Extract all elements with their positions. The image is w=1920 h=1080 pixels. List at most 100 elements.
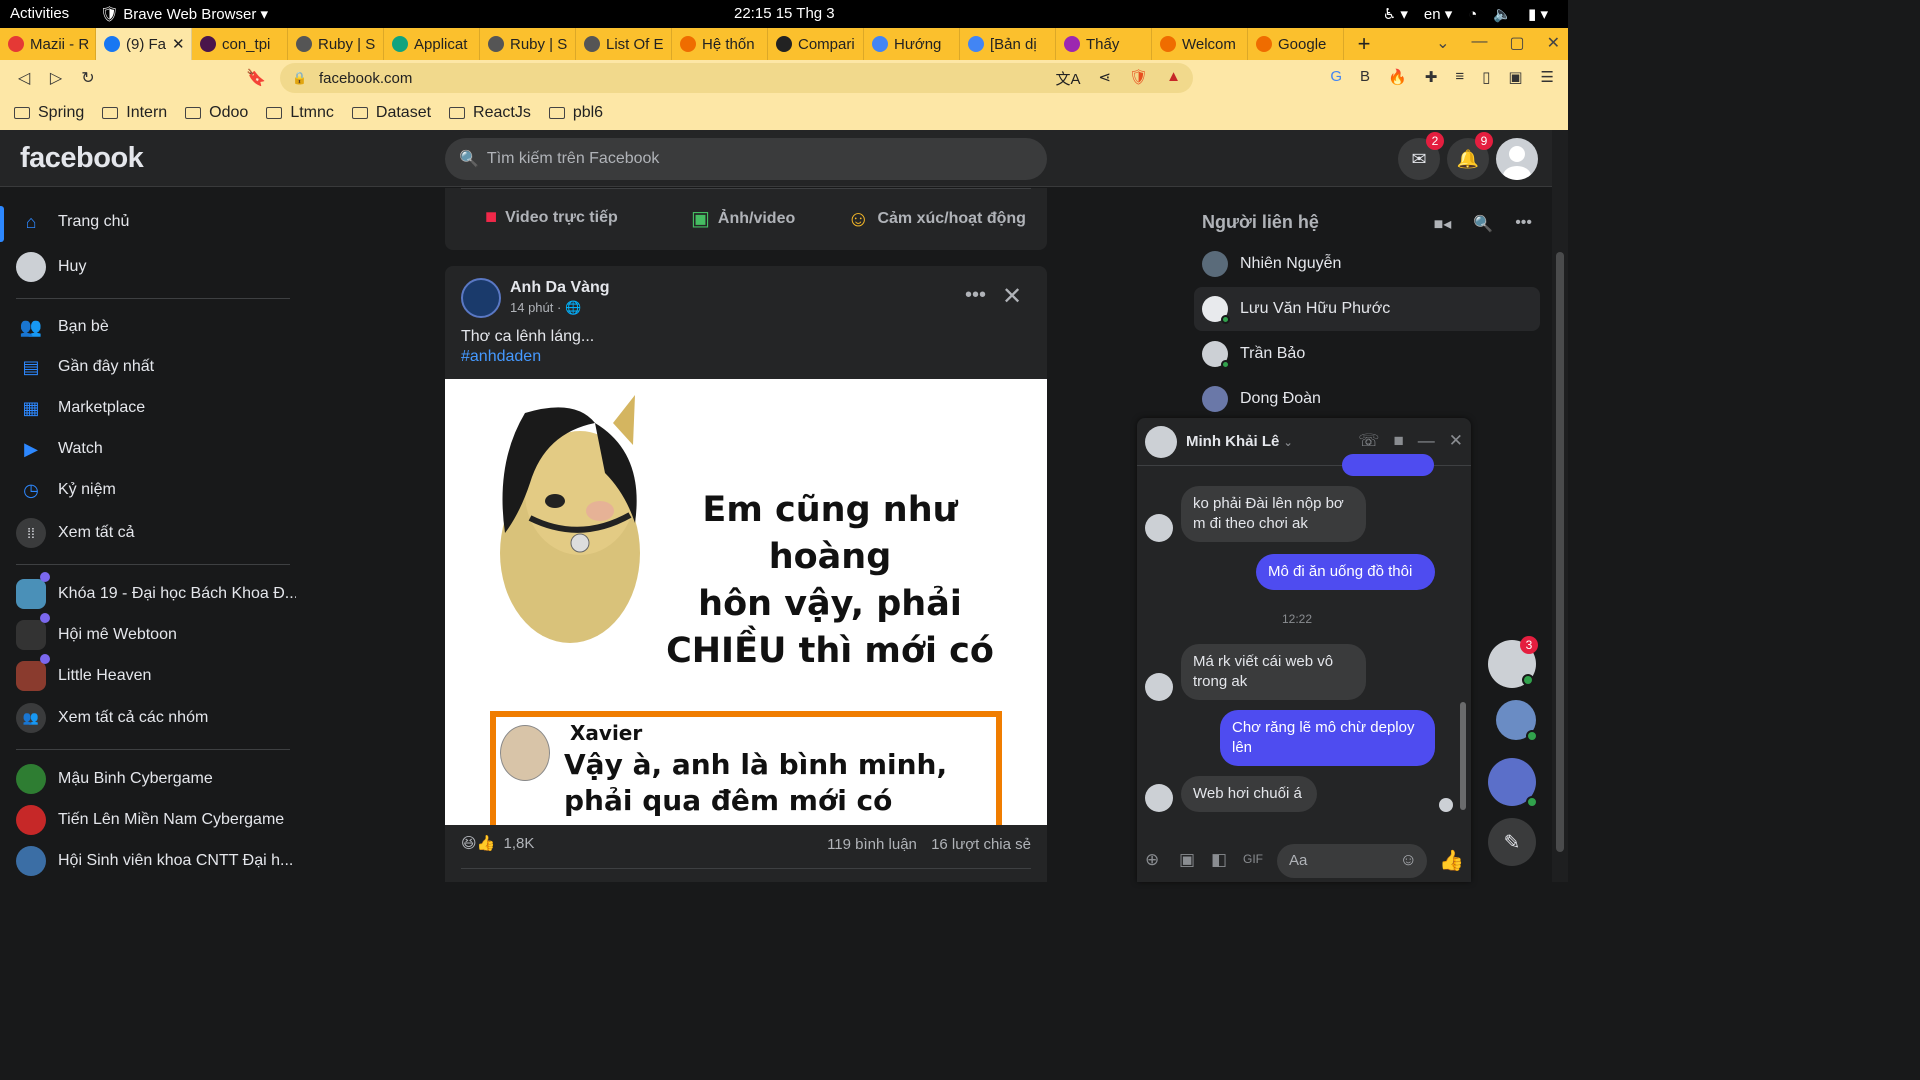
chat-head-2[interactable] xyxy=(1496,700,1538,742)
close-icon[interactable]: ✕ xyxy=(1449,431,1463,451)
incoming-message[interactable]: ko phải Đài lên nộp bơ m đi theo chơi ak xyxy=(1181,486,1366,542)
sidebar-item-7[interactable]: ⁞⁞ Xem tất cả xyxy=(16,513,296,553)
tab-2[interactable]: con_tpi xyxy=(192,28,288,60)
minimize-icon[interactable]: — xyxy=(1418,431,1435,451)
chat-input[interactable]: Aa ☺ xyxy=(1277,844,1427,878)
battery-icon[interactable]: ▮ ▾ xyxy=(1528,5,1548,23)
video-room-icon[interactable]: ■◂ xyxy=(1434,214,1452,234)
translate-extension-icon[interactable]: G xyxy=(1330,68,1342,86)
incoming-message[interactable]: Má rk viết cái web vô trong ak xyxy=(1181,644,1366,700)
clock[interactable]: 22:15 15 Thg 3 xyxy=(734,5,835,22)
chat-scrollbar[interactable] xyxy=(1460,470,1466,820)
facebook-logo[interactable]: facebook xyxy=(20,142,144,175)
close-window-icon[interactable]: ✕ xyxy=(1547,33,1560,53)
sidebar-group-3[interactable]: 👥 Xem tất cả các nhóm xyxy=(16,698,296,738)
tab-4[interactable]: Applicat xyxy=(384,28,480,60)
contact-search-icon[interactable]: 🔍 xyxy=(1473,214,1493,234)
reaction-icons[interactable]: 😆👍 xyxy=(461,835,495,852)
incoming-message[interactable]: Web hơi chuối á xyxy=(1181,776,1317,812)
sender-avatar[interactable] xyxy=(1145,514,1173,542)
bookmark-icon[interactable]: 🔖 xyxy=(240,68,272,88)
wallet-icon[interactable]: ▣ xyxy=(1508,68,1522,86)
video-call-icon[interactable]: ■ xyxy=(1393,431,1403,451)
tab-6[interactable]: List Of E xyxy=(576,28,672,60)
sidebar-item-5[interactable]: ▶ Watch xyxy=(16,429,296,469)
sidebar-toggle-icon[interactable]: ▯ xyxy=(1482,68,1490,86)
share-count[interactable]: 16 lượt chia sẻ xyxy=(931,836,1031,853)
post-hashtag[interactable]: #anhdaden xyxy=(461,348,541,366)
wifi-icon[interactable]: ◔ xyxy=(1468,6,1477,23)
maximize-window-icon[interactable]: ▢ xyxy=(1509,33,1524,53)
reaction-count[interactable]: 1,8K xyxy=(504,835,535,852)
contact-item[interactable]: Lưu Văn Hữu Phước xyxy=(1194,287,1540,331)
reload-button[interactable]: ↻ xyxy=(72,68,104,88)
lock-icon[interactable]: 🔒 xyxy=(292,71,307,85)
new-message-button[interactable]: ✎ xyxy=(1488,818,1536,866)
new-tab-button[interactable]: + xyxy=(1344,31,1384,57)
volume-icon[interactable]: 🔈 xyxy=(1493,5,1512,23)
chat-name[interactable]: Minh Khải Lê ⌄ xyxy=(1186,433,1293,450)
sidebar-item-4[interactable]: ▦ Marketplace xyxy=(16,388,296,428)
brave-shields-icon[interactable]: 🛡 xyxy=(1129,68,1148,89)
extension-b-icon[interactable]: B xyxy=(1360,68,1370,86)
post-image[interactable]: Em cũng như hoàng hôn vậy, phải CHIỀU th… xyxy=(445,379,1047,825)
photo-video-button[interactable]: ▣ Ảnh/video xyxy=(691,206,795,231)
media-icon[interactable]: ≡ xyxy=(1455,68,1464,86)
puzzle-icon[interactable]: ✚ xyxy=(1425,68,1438,86)
post-author[interactable]: Anh Da Vàng xyxy=(510,279,610,297)
sidebar-item-6[interactable]: ◷ Kỷ niệm xyxy=(16,470,296,510)
accessibility-icon[interactable]: ♿ ▾ xyxy=(1383,5,1408,23)
sidebar-group-2[interactable]: Little Heaven xyxy=(16,656,296,696)
outgoing-message[interactable]: Chơ răng lẽ mô chừ deploy lên xyxy=(1220,710,1435,766)
tab-7[interactable]: Hệ thốn xyxy=(672,28,768,60)
tab-0[interactable]: Mazii - R xyxy=(0,28,96,60)
menu-icon[interactable]: ☰ xyxy=(1541,68,1554,86)
more-options-icon[interactable]: ••• xyxy=(965,284,986,307)
share-icon[interactable]: ⋖ xyxy=(1099,68,1112,89)
account-avatar[interactable] xyxy=(1496,138,1538,180)
tab-10[interactable]: [Bản dị xyxy=(960,28,1056,60)
contacts-options-icon[interactable]: ••• xyxy=(1515,214,1532,234)
bookmark-folder[interactable]: pbl6 xyxy=(548,104,603,122)
feeling-button[interactable]: ☺ Cảm xúc/hoạt động xyxy=(847,206,1026,232)
back-button[interactable]: ◁ xyxy=(8,68,40,88)
sidebar-shortcut-1[interactable]: Tiến Lên Miền Nam Cybergame xyxy=(16,800,296,840)
sidebar-group-0[interactable]: Khóa 19 - Đại học Bách Khoa Đ... xyxy=(16,574,296,614)
app-menu[interactable]: 🛡 Brave Web Browser ▾ xyxy=(100,5,268,23)
tab-13[interactable]: Google xyxy=(1248,28,1344,60)
sidebar-item-1[interactable]: Huy xyxy=(16,247,296,287)
bookmark-folder[interactable]: Odoo xyxy=(185,104,248,122)
outgoing-message[interactable]: Mô đi ăn uống đồ thôi xyxy=(1256,554,1435,590)
gif-icon[interactable]: GIF xyxy=(1243,852,1263,866)
tab-close-icon[interactable]: ✕ xyxy=(172,35,185,53)
activities-button[interactable]: Activities xyxy=(10,5,69,22)
address-bar[interactable]: 🔒 facebook.com 文A ⋖ 🛡 ▲ xyxy=(280,63,1193,93)
tab-5[interactable]: Ruby | S xyxy=(480,28,576,60)
sidebar-shortcut-2[interactable]: Hội Sinh viên khoa CNTT Đại h... xyxy=(16,841,296,881)
sidebar-item-0[interactable]: ⌂ Trang chủ xyxy=(16,202,296,242)
tab-9[interactable]: Hướng xyxy=(864,28,960,60)
page-scrollbar[interactable] xyxy=(1552,130,1568,882)
comment-count[interactable]: 119 bình luận xyxy=(827,836,917,853)
author-avatar[interactable] xyxy=(461,278,501,318)
language-indicator[interactable]: en ▾ xyxy=(1424,5,1452,23)
plus-icon[interactable]: ⊕ xyxy=(1145,850,1159,870)
tab-3[interactable]: Ruby | S xyxy=(288,28,384,60)
tab-12[interactable]: Welcom xyxy=(1152,28,1248,60)
tab-11[interactable]: Thấy xyxy=(1056,28,1152,60)
sender-avatar[interactable] xyxy=(1145,784,1173,812)
hide-post-icon[interactable]: ✕ xyxy=(1002,282,1022,311)
system-tray[interactable]: ♿ ▾ en ▾ ◔ 🔈 ▮ ▾ xyxy=(1383,5,1548,24)
contact-item[interactable]: Dong Đoàn xyxy=(1194,377,1540,421)
bookmark-folder[interactable]: Ltmnc xyxy=(266,104,334,122)
phone-icon[interactable]: ☏ xyxy=(1358,431,1379,451)
live-video-button[interactable]: ■ Video trực tiếp xyxy=(485,206,618,229)
bookmark-folder[interactable]: Spring xyxy=(14,104,84,122)
sender-avatar[interactable] xyxy=(1145,673,1173,701)
chat-avatar[interactable] xyxy=(1145,426,1177,458)
like-icon[interactable]: 👍 xyxy=(1439,848,1464,873)
translate-icon[interactable]: 文A xyxy=(1056,68,1081,89)
fire-extension-icon[interactable]: 🔥 xyxy=(1388,68,1407,86)
sidebar-group-1[interactable]: Hội mê Webtoon xyxy=(16,615,296,655)
forward-button[interactable]: ▷ xyxy=(40,68,72,88)
